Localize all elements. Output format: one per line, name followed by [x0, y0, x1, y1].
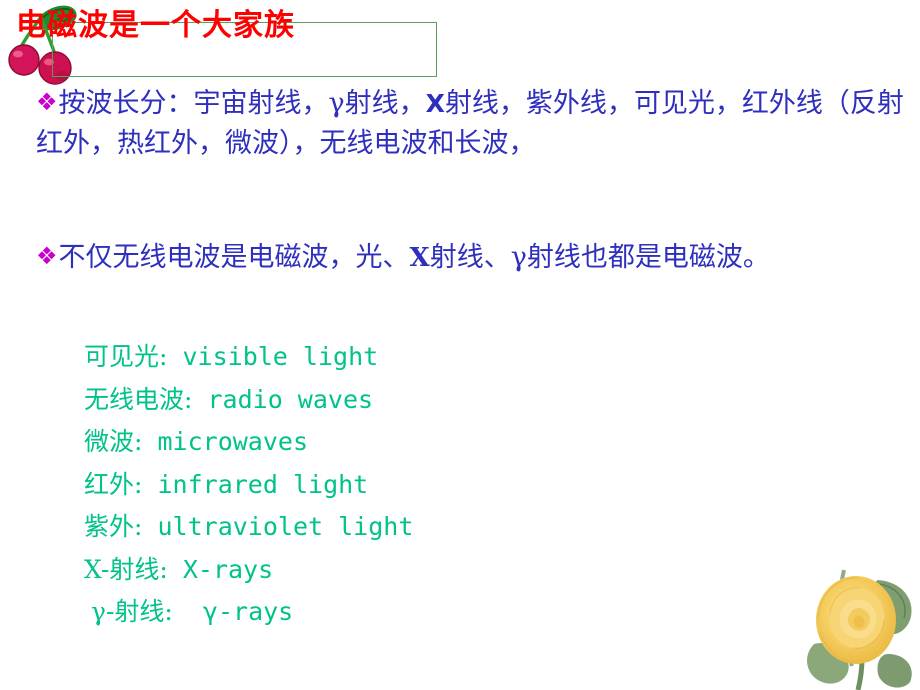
vocab-term-en: infrared light: [157, 469, 369, 499]
vocab-term-en: γ-rays: [202, 597, 294, 626]
vocab-term-en: visible light: [182, 342, 379, 371]
vocab-term-cn: 微波:: [84, 427, 143, 456]
yellow-rose-decoration-icon: [800, 558, 920, 690]
vocabulary-row: 可见光: visible light: [84, 336, 413, 379]
bullet-diamond-icon: ❖: [36, 242, 58, 270]
vocab-term-cn: 可见光:: [84, 342, 168, 371]
vocabulary-row: 无线电波: radio waves: [84, 379, 413, 422]
slide-canvas: 电磁波是一个大家族 ❖按波长分：宇宙射线，γ射线，X射线，紫外线，可见光，红外线…: [0, 0, 920, 690]
bullet-1-segment-b: 射线，紫外线，: [444, 88, 634, 119]
bullet-2-xray-label: X: [409, 243, 430, 273]
bullet-1-segment-d: 无线电波和长波，: [319, 128, 536, 159]
bullet-2-segment-b: 射线、γ射线也: [429, 242, 608, 273]
vocab-term-en: microwaves: [157, 427, 309, 456]
bullet-1-xray-label: X: [425, 89, 445, 118]
vocabulary-row: X-射线: X-rays: [84, 549, 413, 592]
vocabulary-row: 微波: microwaves: [84, 421, 413, 464]
vocab-term-en: X-rays: [182, 554, 274, 584]
vocab-term-cn: 无线电波:: [84, 384, 193, 414]
bullet-diamond-icon: ❖: [36, 88, 58, 116]
vocab-term-en: ultraviolet light: [157, 512, 414, 541]
vocabulary-row: 紫外: ultraviolet light: [84, 506, 413, 549]
vocab-term-cn: 紫外:: [84, 512, 143, 541]
vocabulary-list: 可见光: visible light 无线电波: radio waves 微波:…: [84, 336, 413, 634]
bullet-paragraph-1: ❖按波长分：宇宙射线，γ射线，X射线，紫外线，可见光，红外线（反射红外，热红外，…: [36, 82, 916, 164]
bullet-paragraph-2: ❖不仅无线电波是电磁波，光、X射线、γ射线也都是电磁波。: [36, 236, 916, 278]
vocabulary-row: 红外: infrared light: [84, 464, 413, 507]
bullet-2-segment-a: 不仅无线电波是电磁波，光、: [58, 242, 410, 273]
vocab-term-cn: 红外:: [84, 469, 143, 499]
vocab-term-en: radio waves: [207, 384, 374, 414]
vocab-term-cn: γ-射线:: [91, 597, 173, 626]
bullet-2-segment-c: 都是电磁波。: [607, 242, 770, 273]
vocab-term-cn: X-射线:: [84, 554, 168, 584]
vocabulary-row: γ-射线: γ-rays: [84, 591, 413, 634]
page-title: 电磁波是一个大家族: [16, 8, 295, 43]
bullet-1-segment-a: 按波长分：宇宙射线，γ射线，: [58, 88, 426, 119]
